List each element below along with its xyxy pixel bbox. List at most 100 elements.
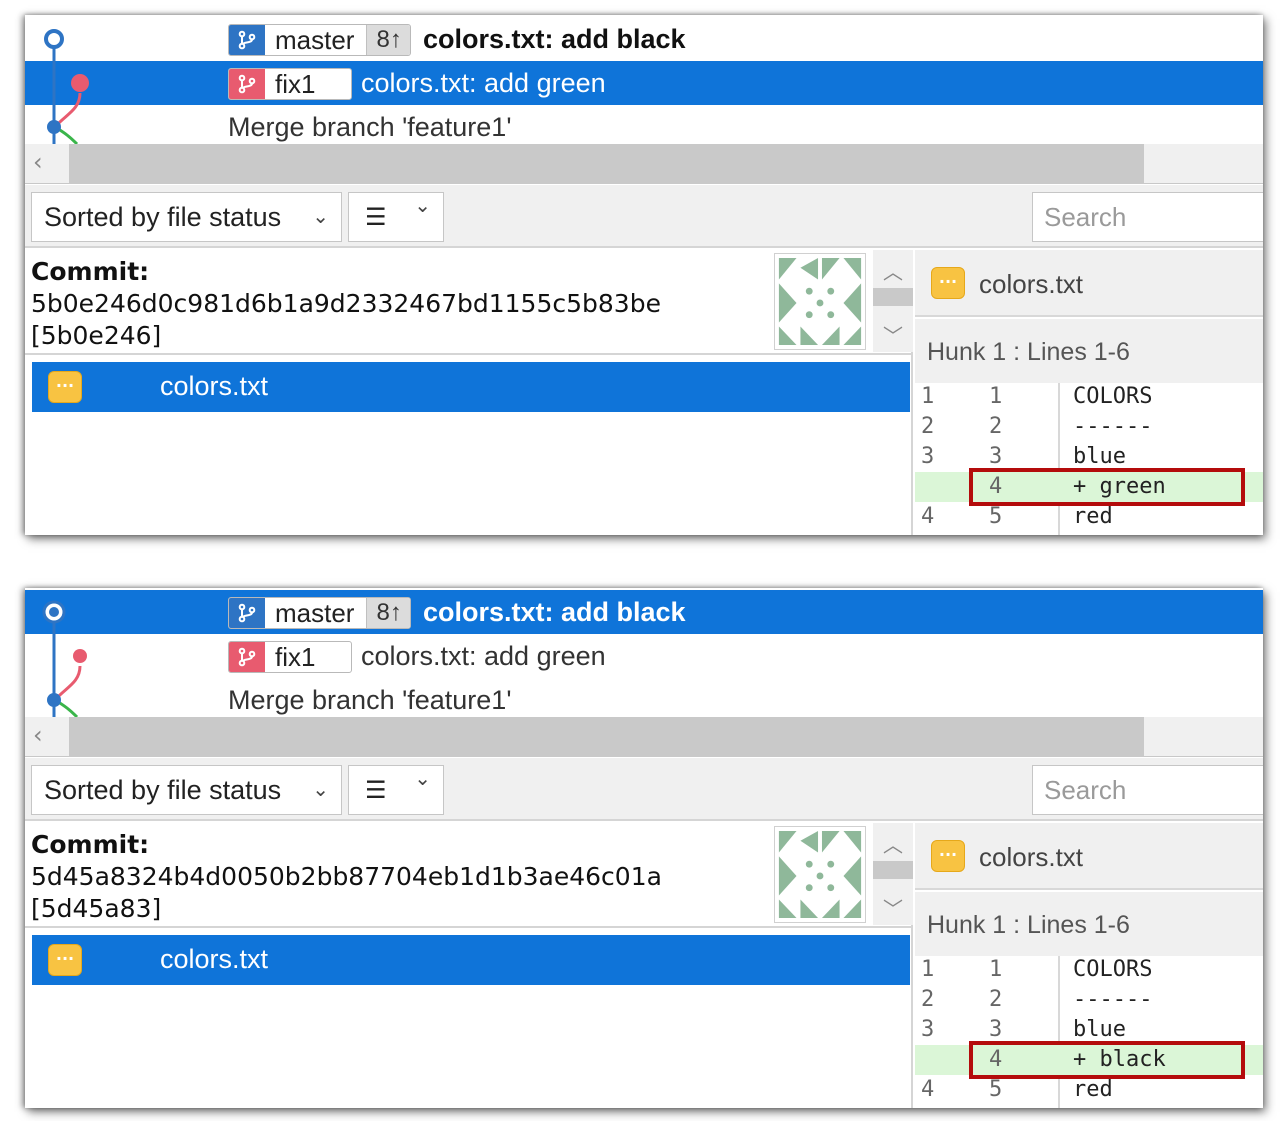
search-input[interactable] (1032, 765, 1263, 815)
commit-message: Merge branch 'feature1' (228, 112, 512, 142)
chevron-left-icon[interactable]: ‹ (33, 721, 43, 749)
file-toolbar: Sorted by file status ⌄ ☰ ⌄ (25, 185, 1263, 248)
ahead-count: 8↑ (366, 598, 410, 628)
view-mode-dropdown[interactable]: ☰ ⌄ (348, 765, 444, 815)
hunk-header: Hunk 1 : Lines 1-6 (915, 892, 1263, 956)
file-list-item[interactable]: ··· colors.txt (32, 935, 910, 985)
commit-message: colors.txt: add black (423, 597, 686, 627)
commit-label: Commit: (31, 830, 150, 859)
branch-tag-master[interactable]: master 8↑ (228, 597, 411, 629)
ahead-count: 8↑ (366, 25, 410, 55)
commit-log: master 8↑ colors.txt: add black fix1 col… (25, 15, 1263, 144)
avatar (774, 826, 866, 923)
horizontal-scrollbar[interactable]: ‹ (25, 144, 1263, 184)
modified-icon: ··· (931, 267, 965, 299)
branch-name: master (275, 598, 355, 628)
hunk-label: Hunk 1 : Lines 1-6 (927, 338, 1130, 366)
scrollbar-thumb[interactable] (69, 717, 1144, 757)
modified-icon: ··· (48, 371, 82, 403)
scrollbar-thumb[interactable] (69, 144, 1144, 184)
diff-lines: 1 1 COLORS 2 2 ------ 3 3 blue 4 + black… (915, 956, 1263, 1108)
commit-details: Commit: 5d45a8324b4d0050b2bb87704eb1d1b3… (25, 823, 913, 1108)
commit-message: Merge branch 'feature1' (228, 685, 512, 715)
commit-short-hash: [5d45a83] (31, 894, 162, 923)
view-mode-dropdown[interactable]: ☰ ⌄ (348, 192, 444, 242)
sourcetree-window-1: master 8↑ colors.txt: add black fix1 col… (25, 15, 1263, 535)
search-input[interactable] (1032, 192, 1263, 242)
chevron-down-icon[interactable]: ﹀ (883, 893, 903, 922)
branch-name: fix1 (275, 642, 316, 672)
commit-row[interactable]: master 8↑ colors.txt: add black (25, 17, 1263, 61)
diff-file-name: colors.txt (979, 269, 1084, 299)
annotation-highlight-box (969, 468, 1245, 506)
commit-info: Commit: 5b0e246d0c981d6b1a9d2332467bd115… (31, 256, 661, 352)
list-icon: ☰ (365, 203, 387, 231)
horizontal-scrollbar[interactable]: ‹ (25, 717, 1263, 757)
commit-graph (44, 29, 89, 144)
diff-line[interactable]: 2 2 ------ (915, 985, 1263, 1015)
hunk-header: Hunk 1 : Lines 1-6 (915, 319, 1263, 383)
commit-short-hash: [5b0e246] (31, 321, 162, 350)
commit-row-selected[interactable]: master 8↑ colors.txt: add black (25, 590, 1263, 634)
scrollbar-thumb[interactable] (873, 861, 913, 879)
commit-info: Commit: 5d45a8324b4d0050b2bb87704eb1d1b3… (31, 829, 662, 925)
vertical-scrollbar[interactable]: ︿ ﹀ (873, 823, 913, 925)
branch-icon (229, 25, 265, 55)
chevron-up-icon[interactable]: ︿ (883, 829, 903, 858)
diff-pane: ··· colors.txt Hunk 1 : Lines 1-6 1 1 CO… (915, 823, 1263, 1108)
diff-line[interactable]: 4 5 red (915, 502, 1263, 532)
branch-name: master (275, 25, 355, 55)
diff-lines: 1 1 COLORS 2 2 ------ 3 3 blue 4 + green… (915, 383, 1263, 535)
diff-file-name: colors.txt (979, 842, 1084, 872)
chevron-down-icon[interactable]: ﹀ (883, 320, 903, 349)
commit-message: colors.txt: add green (361, 641, 606, 671)
hunk-label: Hunk 1 : Lines 1-6 (927, 911, 1130, 939)
annotation-highlight-box (969, 1041, 1245, 1079)
diff-line[interactable]: 4 5 red (915, 1075, 1263, 1105)
sourcetree-window-2: master 8↑ colors.txt: add black fix1 col… (25, 588, 1263, 1108)
chevron-down-icon: ⌄ (414, 766, 431, 790)
file-name: colors.txt (160, 944, 269, 974)
chevron-down-icon: ⌄ (312, 206, 329, 228)
commit-log: master 8↑ colors.txt: add black fix1 col… (25, 588, 1263, 717)
commit-message: colors.txt: add green (361, 68, 606, 98)
commit-graph (42, 600, 87, 717)
commit-row-selected[interactable]: fix1 colors.txt: add green (25, 61, 1263, 105)
sort-label: Sorted by file status (44, 202, 282, 232)
branch-tag-master[interactable]: master 8↑ (228, 24, 411, 56)
sort-dropdown[interactable]: Sorted by file status ⌄ (31, 765, 342, 815)
commit-hash: 5d45a8324b4d0050b2bb87704eb1d1b3ae46c01a (31, 862, 662, 891)
diff-pane: ··· colors.txt Hunk 1 : Lines 1-6 1 1 CO… (915, 250, 1263, 535)
list-icon: ☰ (365, 776, 387, 804)
branch-icon (229, 598, 265, 628)
file-name: colors.txt (160, 371, 269, 401)
modified-icon: ··· (48, 944, 82, 976)
file-toolbar: Sorted by file status ⌄ ☰ ⌄ (25, 758, 1263, 821)
diff-line[interactable]: 2 2 ------ (915, 412, 1263, 442)
branch-tag-fix1[interactable]: fix1 (228, 68, 353, 100)
avatar (774, 253, 866, 350)
branch-name: fix1 (275, 69, 316, 99)
modified-icon: ··· (931, 840, 965, 872)
diff-header: ··· colors.txt (915, 823, 1263, 890)
commit-row[interactable]: Merge branch 'feature1' (25, 105, 1263, 144)
branch-tag-fix1[interactable]: fix1 (228, 641, 353, 673)
commit-message: colors.txt: add black (423, 24, 686, 54)
sort-dropdown[interactable]: Sorted by file status ⌄ (31, 192, 342, 242)
vertical-scrollbar[interactable]: ︿ ﹀ (873, 250, 913, 352)
commit-details: Commit: 5b0e246d0c981d6b1a9d2332467bd115… (25, 250, 913, 535)
commit-hash: 5b0e246d0c981d6b1a9d2332467bd1155c5b83be (31, 289, 661, 318)
diff-header: ··· colors.txt (915, 250, 1263, 317)
commit-row[interactable]: fix1 colors.txt: add green (25, 634, 1263, 678)
chevron-down-icon: ⌄ (312, 779, 329, 801)
diff-line[interactable]: 1 1 COLORS (915, 382, 1263, 412)
commit-row[interactable]: Merge branch 'feature1' (25, 678, 1263, 717)
branch-icon (229, 642, 265, 672)
commit-label: Commit: (31, 257, 150, 286)
file-list-item[interactable]: ··· colors.txt (32, 362, 910, 412)
chevron-up-icon[interactable]: ︿ (883, 256, 903, 285)
chevron-left-icon[interactable]: ‹ (33, 148, 43, 176)
sort-label: Sorted by file status (44, 775, 282, 805)
diff-line[interactable]: 1 1 COLORS (915, 955, 1263, 985)
scrollbar-thumb[interactable] (873, 288, 913, 306)
